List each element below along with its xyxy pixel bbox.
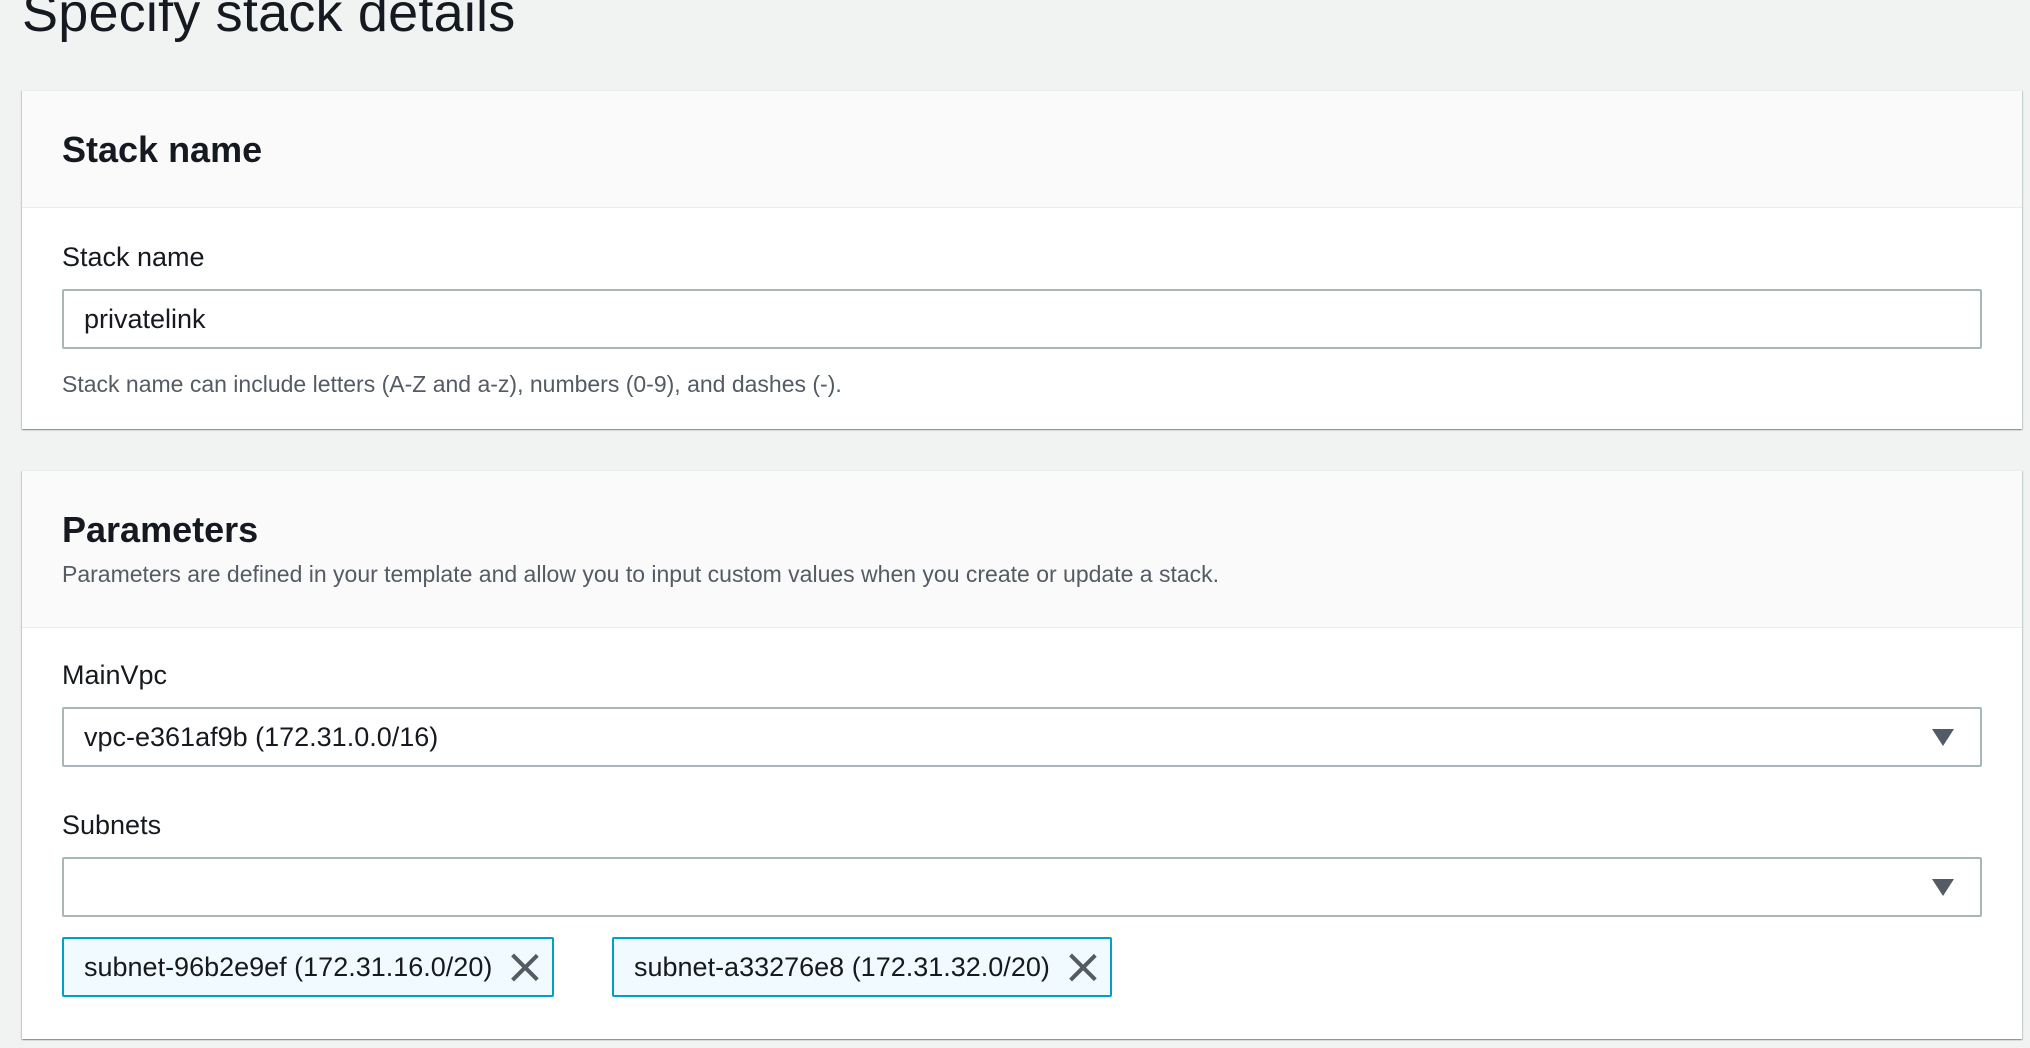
parameters-body: MainVpc vpc-e361af9b (172.31.0.0/16) Sub…	[22, 628, 2022, 1038]
stack-name-container: Stack name Stack name Stack name can inc…	[22, 90, 2022, 429]
caret-down-icon	[1932, 729, 1954, 746]
stack-name-input[interactable]	[62, 289, 1982, 349]
main-vpc-label: MainVpc	[62, 660, 168, 690]
stack-name-header: Stack name	[22, 91, 2022, 208]
close-icon[interactable]	[1068, 952, 1098, 982]
subnet-token-label: subnet-a33276e8 (172.31.32.0/20)	[634, 951, 1050, 982]
parameters-description: Parameters are defined in your template …	[62, 561, 1220, 587]
subnet-token-label: subnet-96b2e9ef (172.31.16.0/20)	[84, 951, 493, 982]
subnets-select[interactable]	[62, 857, 1982, 917]
subnet-token: subnet-a33276e8 (172.31.32.0/20)	[612, 937, 1112, 997]
stack-name-label: Stack name	[62, 242, 205, 272]
parameters-header: Parameters Parameters are defined in you…	[22, 471, 2022, 628]
stack-name-heading: Stack name	[62, 129, 263, 170]
page-title: Specify stack details	[22, 0, 516, 43]
main-vpc-selected-value: vpc-e361af9b (172.31.0.0/16)	[84, 721, 439, 752]
caret-down-icon	[1932, 879, 1954, 896]
parameters-heading: Parameters	[62, 509, 259, 550]
parameters-container: Parameters Parameters are defined in you…	[22, 470, 2022, 1039]
close-icon[interactable]	[510, 952, 540, 982]
subnets-label: Subnets	[62, 810, 162, 840]
subnet-token: subnet-96b2e9ef (172.31.16.0/20)	[62, 937, 555, 997]
stack-name-constraint: Stack name can include letters (A-Z and …	[62, 371, 842, 397]
main-vpc-select[interactable]: vpc-e361af9b (172.31.0.0/16)	[62, 707, 1982, 767]
stack-name-body: Stack name Stack name can include letter…	[22, 208, 2022, 428]
subnet-token-group: subnet-96b2e9ef (172.31.16.0/20) subnet-…	[62, 937, 1262, 997]
